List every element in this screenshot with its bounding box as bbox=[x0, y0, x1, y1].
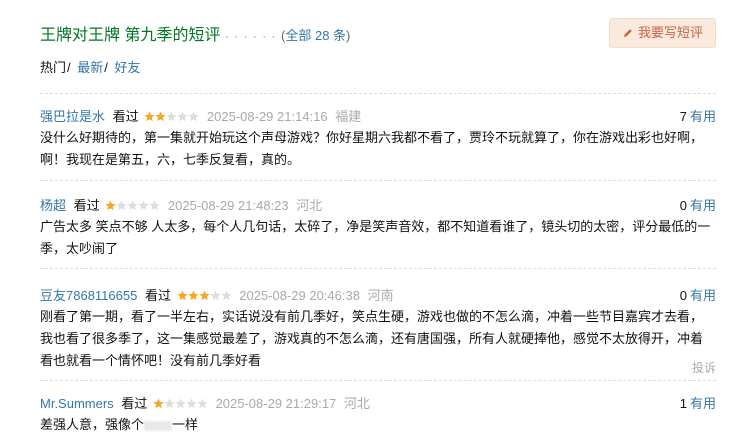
comment-meta: 强巴拉是水 看过 2025-08-29 21:14:16 福建 7 有用 bbox=[40, 106, 716, 124]
comment-line: 啊！我现在是第五，六，七季反复看，真的。 bbox=[40, 152, 301, 167]
useful-vote: 7 有用 bbox=[680, 106, 716, 125]
comment-meta: 杨超 看过 2025-08-29 21:48:23 河北 0 有用 bbox=[40, 195, 716, 213]
star-empty-icon bbox=[138, 200, 149, 211]
star-empty-icon bbox=[166, 111, 177, 122]
rating-stars bbox=[153, 397, 208, 409]
star-filled-icon bbox=[144, 111, 155, 122]
comment-line: 看也就看一个情怀吧！没有前几季好看 bbox=[40, 353, 262, 368]
star-filled-icon bbox=[153, 398, 164, 409]
comment-line: 广告太多 笑点不够 人太多，每个人几句话，太碎了，净是笑声音效，都不知道看谁了，… bbox=[40, 219, 711, 234]
star-empty-icon bbox=[177, 111, 188, 122]
divider bbox=[40, 93, 716, 94]
watch-status: 看过 bbox=[112, 109, 139, 124]
useful-button[interactable]: 有用 bbox=[690, 198, 716, 213]
useful-vote: 1 有用 bbox=[680, 393, 716, 412]
star-filled-icon bbox=[187, 290, 199, 301]
comment-line: 刚看了第一期，看了一半左右，实话说没有前几季好，笑点生硬，游戏也做的不怎么滴，冲… bbox=[40, 309, 704, 324]
star-filled-icon bbox=[155, 111, 166, 122]
all-comments-link[interactable]: 全部 28 条 bbox=[285, 28, 346, 43]
star-empty-icon bbox=[164, 398, 175, 409]
title-dots: · · · · · · bbox=[224, 29, 277, 43]
comment-text: 广告太多 笑点不够 人太多，每个人几句话，太碎了，净是笑声音效，都不知道看谁了，… bbox=[40, 216, 716, 260]
comment-user[interactable]: 杨超 bbox=[40, 198, 66, 213]
star-filled-icon bbox=[198, 290, 210, 301]
useful-vote: 0 有用 bbox=[680, 285, 716, 304]
comment-location: 河北 bbox=[343, 396, 370, 411]
watch-status: 看过 bbox=[121, 396, 148, 411]
comment-location: 河北 bbox=[296, 198, 323, 213]
watch-status: 看过 bbox=[73, 198, 100, 213]
tab-separator: / bbox=[104, 60, 108, 75]
comment-meta: Mr.Summers 看过 2025-08-29 21:29:17 河北 1 有用 bbox=[40, 393, 716, 411]
comment-location: 福建 bbox=[335, 109, 362, 124]
star-empty-icon bbox=[197, 398, 208, 409]
divider bbox=[40, 380, 716, 381]
write-review-button[interactable]: 我要写短评 bbox=[608, 18, 716, 48]
rating-stars bbox=[105, 199, 160, 211]
divider bbox=[40, 268, 716, 269]
star-empty-icon bbox=[188, 111, 199, 122]
tab-hot[interactable]: 热门 bbox=[40, 60, 66, 75]
vote-count: 0 bbox=[679, 288, 687, 303]
useful-button[interactable]: 有用 bbox=[690, 288, 716, 303]
comment-user[interactable]: Mr.Summers bbox=[40, 396, 114, 411]
star-empty-icon bbox=[149, 200, 160, 211]
comment-text-start: 差强人意，强像个 bbox=[40, 417, 145, 432]
comment-date[interactable]: 2025-08-29 20:46:38 bbox=[239, 288, 360, 303]
section-title: 王牌对王牌 第九季的短评 · · · · · · (全部 28 条) bbox=[40, 21, 350, 45]
write-review-label: 我要写短评 bbox=[637, 25, 703, 40]
star-empty-icon bbox=[175, 398, 186, 409]
comment-item: 杨超 看过 2025-08-29 21:48:23 河北 0 有用 广告太多 笑点… bbox=[40, 195, 716, 260]
divider bbox=[40, 180, 716, 181]
title-text: 王牌对王牌 第九季的短评 bbox=[40, 27, 221, 44]
comment-text: 没什么好期待的，第一集就开始玩这个声母游戏？你好星期六我都不看了，贾玲不玩就算了… bbox=[40, 127, 716, 171]
comment-item: 豆友7868116655 看过 2025-08-29 20:46:38 河南 0… bbox=[40, 285, 716, 375]
useful-button[interactable]: 有用 bbox=[690, 396, 716, 411]
comment-line: 我也看了很多季了，这一集感觉最差了，游戏真的不怎么滴，还有唐国强，所有人就硬捧他… bbox=[40, 331, 704, 346]
vote-count: 1 bbox=[679, 396, 687, 411]
tab-latest[interactable]: 最新 bbox=[77, 60, 103, 75]
star-empty-icon bbox=[116, 200, 127, 211]
star-empty-icon bbox=[220, 290, 232, 301]
comment-date[interactable]: 2025-08-29 21:29:17 bbox=[216, 396, 337, 411]
close-paren: ) bbox=[346, 28, 351, 43]
rating-stars bbox=[144, 110, 199, 122]
star-filled-icon bbox=[105, 200, 116, 211]
tab-separator: / bbox=[67, 60, 71, 75]
comment-text: 差强人意，强像个 一样 bbox=[40, 414, 716, 436]
star-empty-icon bbox=[186, 398, 197, 409]
report-link[interactable]: 投诉 bbox=[692, 359, 716, 376]
rating-stars bbox=[176, 289, 232, 301]
star-empty-icon bbox=[127, 200, 138, 211]
comments-header: 王牌对王牌 第九季的短评 · · · · · · (全部 28 条) 我要写短评 bbox=[40, 18, 720, 48]
tab-friends[interactable]: 好友 bbox=[115, 60, 141, 75]
comment-item: 强巴拉是水 看过 2025-08-29 21:14:16 福建 7 有用 没什么好… bbox=[40, 106, 716, 171]
comment-meta: 豆友7868116655 看过 2025-08-29 20:46:38 河南 0… bbox=[40, 285, 716, 303]
comment-user[interactable]: 豆友7868116655 bbox=[40, 288, 137, 303]
comment-date[interactable]: 2025-08-29 21:14:16 bbox=[207, 109, 328, 124]
comment-item: Mr.Summers 看过 2025-08-29 21:29:17 河北 1 有用… bbox=[40, 393, 716, 436]
comment-user[interactable]: 强巴拉是水 bbox=[40, 109, 105, 124]
comment-text: 刚看了第一期，看了一半左右，实话说没有前几季好，笑点生硬，游戏也做的不怎么滴，冲… bbox=[40, 306, 716, 372]
pencil-icon bbox=[623, 29, 632, 37]
useful-button[interactable]: 有用 bbox=[690, 109, 716, 124]
comment-line: 没什么好期待的，第一集就开始玩这个声母游戏？你好星期六我都不看了，贾玲不玩就算了… bbox=[40, 130, 704, 145]
comment-line: 季，太吵闹了 bbox=[40, 241, 119, 256]
comment-location: 河南 bbox=[367, 288, 394, 303]
comment-date[interactable]: 2025-08-29 21:48:23 bbox=[168, 198, 289, 213]
useful-vote: 0 有用 bbox=[680, 195, 716, 214]
watch-status: 看过 bbox=[144, 288, 171, 303]
redacted-text bbox=[144, 420, 173, 431]
comment-text-end: 一样 bbox=[172, 417, 199, 432]
vote-count: 7 bbox=[679, 109, 687, 124]
star-filled-icon bbox=[176, 290, 188, 301]
sort-tabs: 热门/ 最新/ 好友 bbox=[40, 57, 141, 76]
vote-count: 0 bbox=[679, 198, 687, 213]
star-empty-icon bbox=[209, 290, 221, 301]
